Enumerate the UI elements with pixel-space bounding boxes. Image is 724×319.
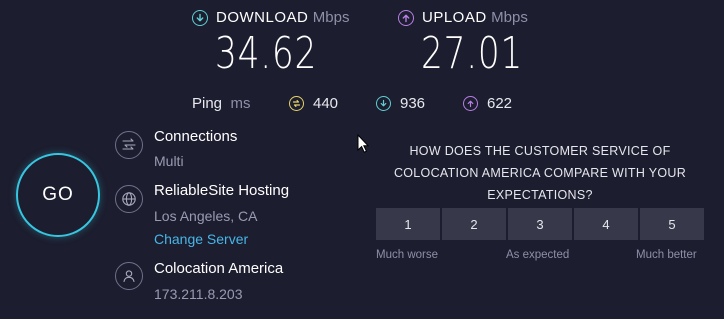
change-server-link[interactable]: Change Server (154, 231, 248, 247)
survey-question: HOW DOES THE CUSTOMER SERVICE OF COLOCAT… (393, 144, 687, 202)
go-label: GO (42, 184, 74, 205)
rating-caption-high: Much better (636, 249, 697, 261)
ping-unit: ms (230, 95, 251, 112)
rating-option-1[interactable]: 1 (376, 208, 440, 240)
mouse-cursor-icon (357, 133, 370, 159)
connections-icon (115, 131, 143, 159)
rating-option-2[interactable]: 2 (442, 208, 506, 240)
rating-caption-low: Much worse (376, 249, 438, 261)
isp-title: Colocation America (154, 260, 284, 277)
ping-upload-icon (463, 96, 478, 111)
download-arrow-icon (192, 10, 208, 26)
server-location: Los Angeles, CA (154, 208, 258, 224)
connections-title: Connections (154, 128, 238, 145)
ping-idle-icon (289, 96, 304, 111)
user-icon (115, 262, 143, 290)
ping-download-icon (376, 96, 391, 111)
upload-arrow-icon (398, 10, 414, 26)
isp-ip: 173.211.8.203 (154, 286, 243, 302)
upload-label: UPLOAD (422, 9, 487, 26)
ping-row-label: Ping ms (192, 95, 250, 113)
download-header: DOWNLOAD Mbps (216, 9, 349, 27)
go-button[interactable]: GO (16, 153, 100, 237)
download-unit: Mbps (312, 9, 350, 26)
ping-idle-value: 440 (313, 95, 339, 112)
rating-option-3[interactable]: 3 (508, 208, 572, 240)
globe-icon (115, 185, 143, 213)
rating-caption-mid: As expected (506, 249, 570, 261)
upload-unit: Mbps (491, 9, 528, 26)
upload-header: UPLOAD Mbps (422, 9, 528, 27)
rating-option-5[interactable]: 5 (640, 208, 704, 240)
connections-value: Multi (154, 153, 184, 169)
download-label: DOWNLOAD (216, 9, 309, 26)
ping-download-value: 936 (400, 95, 426, 112)
ping-upload-value: 622 (487, 95, 513, 112)
rating-option-4[interactable]: 4 (574, 208, 638, 240)
download-speed-value: 34.62 (215, 28, 318, 79)
rating-scale: 1 2 3 4 5 (376, 208, 704, 240)
upload-speed-value: 27.01 (421, 28, 524, 79)
ping-label: Ping (192, 95, 223, 112)
server-title: ReliableSite Hosting (154, 182, 290, 199)
